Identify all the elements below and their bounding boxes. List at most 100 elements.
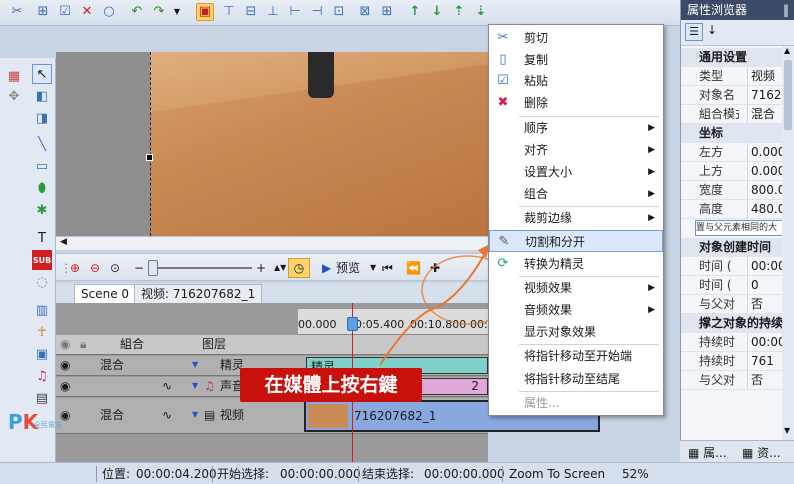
rectangle-icon[interactable]: ▭	[32, 156, 52, 176]
menu-item-video-effects[interactable]: 视频效果 ▶	[489, 277, 663, 299]
pin-icon[interactable]: ‖	[783, 0, 789, 20]
menu-item-crop-edges[interactable]: 裁剪边缘 ▶	[489, 207, 663, 229]
property-section[interactable]: 撑之对象的持续	[681, 314, 794, 333]
property-row[interactable]: 与父对否	[681, 295, 794, 314]
menu-item-move-to-start[interactable]: 将指针移动至开始端	[489, 345, 663, 367]
pointer-icon[interactable]: ↖	[32, 64, 52, 84]
tab-video[interactable]: 视频: 716207682_1	[134, 284, 263, 303]
menu-item-cut[interactable]: ✂ 剪切	[489, 27, 663, 49]
menu-item-order[interactable]: 顺序 ▶	[489, 117, 663, 139]
menu-item-align[interactable]: 对齐 ▶	[489, 139, 663, 161]
categorized-icon[interactable]: ☰	[685, 23, 703, 41]
scroll-up-icon[interactable]: ▲	[784, 46, 790, 55]
track-dropdown-icon[interactable]: ▼	[192, 406, 198, 424]
property-row[interactable]: 宽度800.000	[681, 181, 794, 200]
property-row[interactable]: 左方 0.000	[681, 143, 794, 162]
speech-bubble-icon[interactable]: ◌	[32, 272, 52, 292]
align-bottom-icon[interactable]: ⊥	[264, 3, 282, 21]
fit-height-icon[interactable]: ⊠	[356, 3, 374, 21]
preview-button[interactable]: 预览	[336, 260, 360, 276]
track-dropdown-icon[interactable]: ▼	[192, 356, 198, 374]
track-mode[interactable]: 混合	[100, 356, 124, 374]
undo-icon[interactable]: ↶	[128, 3, 146, 21]
arrow-down-alt-icon[interactable]: ⇣	[472, 3, 490, 21]
property-section[interactable]: 坐标	[681, 124, 794, 143]
property-row[interactable]: 持续时 00:00:2	[681, 333, 794, 352]
arrow-up-alt-icon[interactable]: ⇡	[450, 3, 468, 21]
table-row[interactable]: ◉ 混合 ∿ ▼ ▤ 视频 716207682_1	[56, 398, 600, 434]
track-dropdown-icon[interactable]: ▼	[192, 377, 198, 395]
align-top-icon[interactable]: ⊤	[220, 3, 238, 21]
distribute-icon[interactable]: ⊣	[308, 3, 326, 21]
menu-item-delete[interactable]: ✖ 删除	[489, 92, 663, 114]
zoom-minus-button[interactable]: −	[134, 260, 144, 276]
chart-icon[interactable]: ▥	[32, 300, 52, 320]
arrow-up-icon-2[interactable]: ↑	[406, 3, 424, 21]
menu-item-paste[interactable]: ☑ 粘贴	[489, 70, 663, 92]
menu-item-audio-effects[interactable]: 音频效果 ▶	[489, 299, 663, 321]
circle-icon[interactable]: ○	[100, 3, 118, 21]
arrow-up-icon[interactable]: ⊞	[378, 3, 396, 21]
scroll-left-icon[interactable]: ◀	[60, 237, 67, 247]
tab-resources[interactable]: ▦ 资...	[742, 444, 781, 461]
zoom-mode[interactable]: Zoom To Screen	[509, 467, 605, 481]
zoom-in-icon[interactable]: ⊕	[70, 260, 80, 276]
layer-icon[interactable]: ◧	[32, 86, 52, 106]
tab-scene-0[interactable]: Scene 0	[74, 284, 137, 303]
preview-canvas[interactable]	[56, 52, 488, 236]
property-row[interactable]: 时间 (0	[681, 276, 794, 295]
playhead-handle[interactable]	[347, 317, 358, 331]
shape-icon[interactable]: ✱	[32, 200, 52, 220]
text-icon[interactable]: T	[32, 228, 52, 248]
select-all-icon[interactable]: ▣	[196, 3, 214, 21]
fit-icon[interactable]: ⊡	[330, 3, 348, 21]
checkbox-icon[interactable]: ☑	[56, 3, 74, 21]
menu-item-move-to-end[interactable]: 将指针移动至结尾	[489, 368, 663, 390]
move-icon[interactable]: ✥	[4, 86, 24, 106]
menu-item-show-effects[interactable]: 显示对象效果	[489, 321, 663, 343]
zoom-plus-button[interactable]: +	[256, 260, 266, 276]
zoom-slider-thumb[interactable]	[148, 260, 158, 276]
image-icon[interactable]: ▣	[32, 344, 52, 364]
play-icon[interactable]: ▶	[322, 260, 331, 276]
subtitle-icon[interactable]: SUB	[32, 250, 52, 270]
panel-scrollbar[interactable]: ▲ ▼	[782, 46, 794, 440]
property-section[interactable]: 通用设置	[681, 48, 794, 67]
eye-icon[interactable]: ◉	[60, 377, 70, 395]
property-row[interactable]: 时间 (00:00:0	[681, 257, 794, 276]
delete-icon[interactable]: ✕	[78, 3, 96, 21]
align-middle-icon[interactable]: ⊢	[286, 3, 304, 21]
video-icon[interactable]: ▤	[32, 388, 52, 408]
property-section[interactable]: 对象创建时间	[681, 238, 794, 257]
property-row[interactable]: 組合模式混合	[681, 105, 794, 124]
zoom-out-icon[interactable]: ⊖	[90, 260, 100, 276]
redo-icon[interactable]: ↷	[150, 3, 168, 21]
menu-item-set-size[interactable]: 设置大小 ▶	[489, 161, 663, 183]
arrow-down-icon[interactable]: ↓	[428, 3, 446, 21]
tab-properties[interactable]: ▦ 属...	[688, 444, 727, 461]
property-row[interactable]: 持续时 761	[681, 352, 794, 371]
align-left-icon[interactable]: ⊞	[34, 3, 52, 21]
property-row[interactable]: 高度480.000	[681, 200, 794, 219]
eye-icon[interactable]: ◉	[60, 356, 70, 374]
property-row[interactable]: 上方 0.000	[681, 162, 794, 181]
resize-handle[interactable]	[146, 154, 153, 161]
dropdown-icon[interactable]: ▼	[168, 3, 186, 21]
clock-icon[interactable]: ◷	[288, 258, 310, 278]
menu-item-copy[interactable]: ▯ 复制	[489, 49, 663, 71]
property-row[interactable]: 与父对否	[681, 371, 794, 390]
line-icon[interactable]: ╲	[32, 134, 52, 154]
layer-stack-icon[interactable]: ◨	[32, 108, 52, 128]
music-icon[interactable]: ♫	[32, 366, 52, 386]
menu-item-convert-sprite[interactable]: ⟳ 转换为精灵	[489, 253, 663, 275]
menu-item-cut-and-split[interactable]: ✎ 切割和分开	[489, 230, 663, 252]
cut-icon[interactable]: ✂	[8, 3, 26, 21]
menu-item-group[interactable]: 组合 ▶	[489, 183, 663, 205]
track-mode[interactable]: 混合	[100, 406, 124, 424]
zoom-spinner-icon[interactable]: ▲▼	[274, 260, 286, 276]
align-center-icon[interactable]: ⊟	[242, 3, 260, 21]
ellipse-icon[interactable]: ⬮	[32, 178, 52, 198]
grid-icon[interactable]: ▦	[4, 66, 24, 86]
scroll-thumb[interactable]	[784, 60, 792, 130]
zoom-100-icon[interactable]: ⊙	[110, 260, 120, 276]
